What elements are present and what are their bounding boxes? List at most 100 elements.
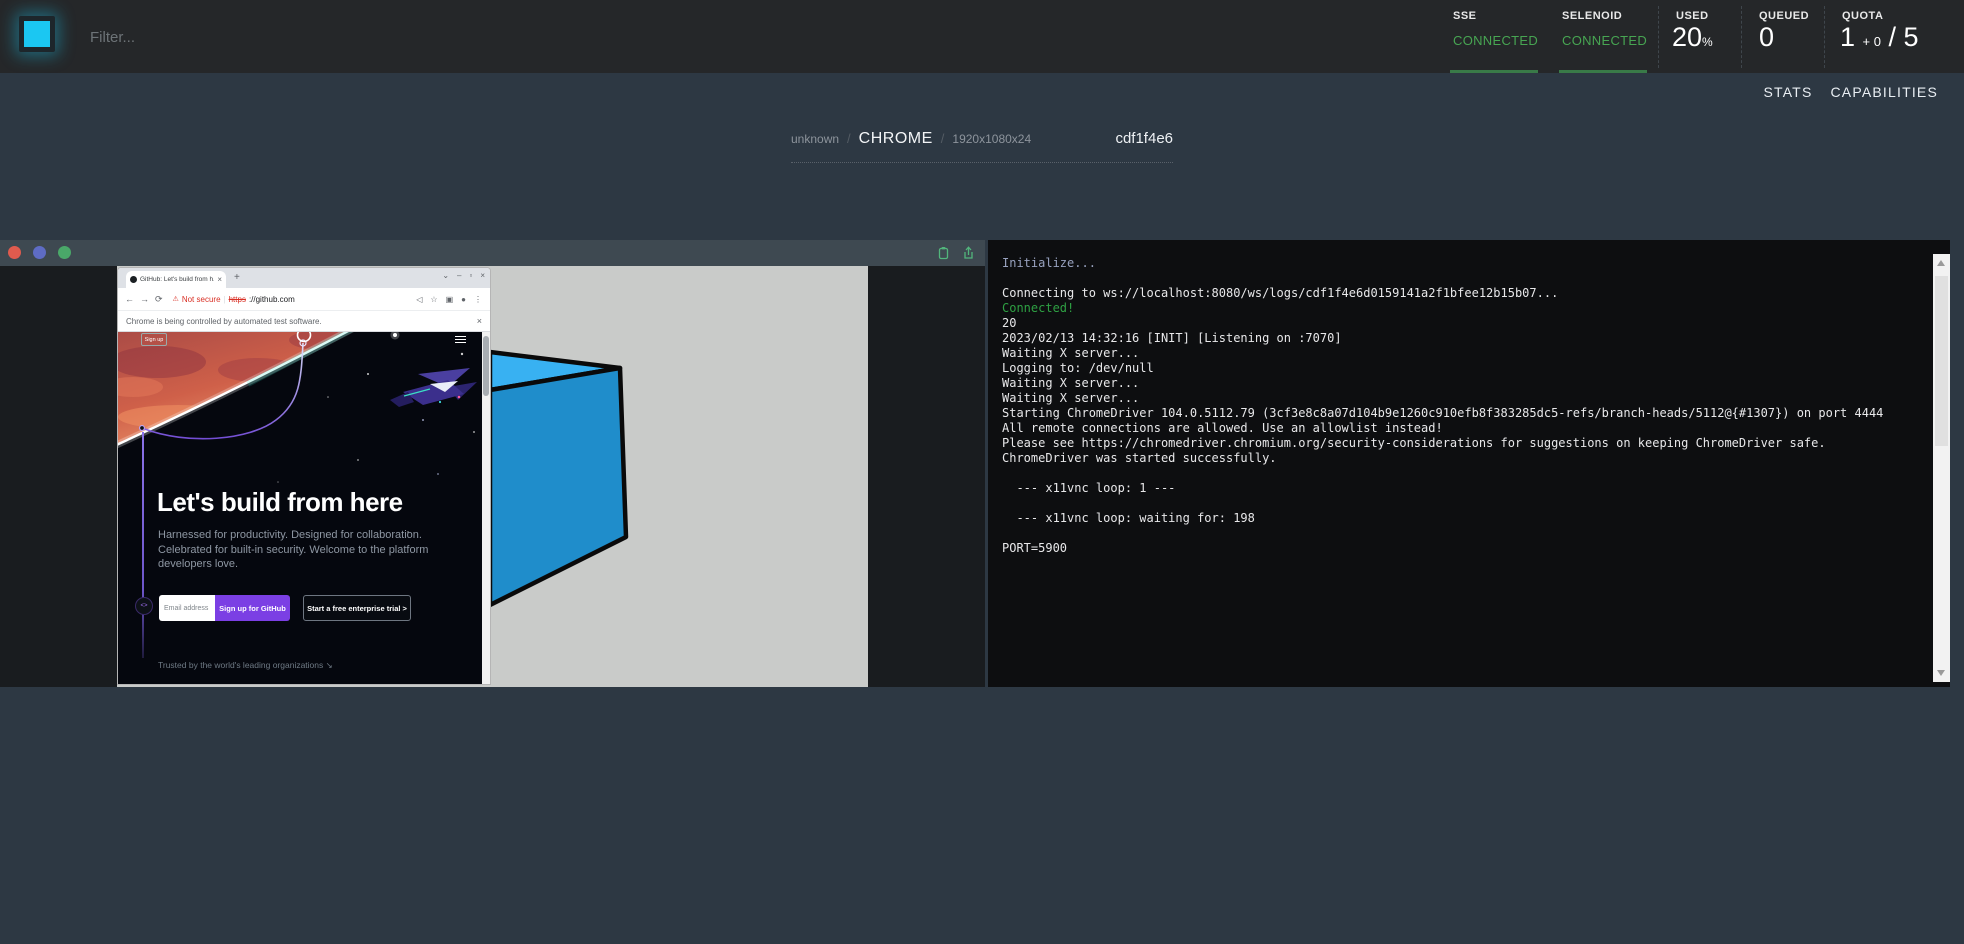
quota-total: / 5 [1889, 22, 1919, 52]
view-tabs: STATS CAPABILITIES [1763, 84, 1938, 100]
minimize-traffic-light-icon[interactable] [33, 246, 46, 259]
hero-paragraph-line: developers love. [158, 557, 428, 572]
used-value: 20% [1672, 22, 1713, 53]
selenoid-status: CONNECTED [1562, 33, 1647, 48]
signup-github-button[interactable]: Sign up for GitHub [215, 595, 290, 621]
session-resolution: 1920x1080x24 [952, 132, 1031, 146]
scroll-up-icon[interactable] [1937, 260, 1945, 266]
log-line: Connecting to ws://localhost:8080/ws/log… [1002, 286, 1920, 301]
log-line: --- x11vnc loop: 1 --- [1002, 481, 1920, 496]
session-browser: CHROME [859, 130, 933, 148]
page-scrollbar-thumb[interactable] [483, 336, 489, 396]
close-icon[interactable]: × [480, 271, 485, 280]
enterprise-trial-button[interactable]: Start a free enterprise trial > [303, 595, 411, 621]
maximize-icon[interactable]: ▫ [469, 271, 472, 280]
new-tab-icon[interactable]: + [234, 272, 240, 283]
selenoid-logo-icon[interactable] [19, 16, 55, 52]
tab-search-icon[interactable]: ⌄ [442, 271, 449, 280]
quota-used: 1 [1840, 22, 1855, 52]
avatar-icon[interactable]: ● [461, 295, 466, 304]
bookmark-star-icon[interactable]: ☆ [430, 295, 437, 304]
close-traffic-light-icon[interactable] [8, 246, 21, 259]
addressbar-icons: ◁ ☆ ▣ ● ⋮ [416, 295, 482, 304]
session-log-panel: Initialize... Connecting to ws://localho… [988, 240, 1950, 687]
url-separator: | [224, 295, 226, 304]
infobar-text: Chrome is being controlled by automated … [126, 317, 477, 326]
email-field[interactable]: Email address [159, 595, 215, 621]
window-controls: ⌄ – ▫ × [442, 271, 485, 280]
url-scheme: https [229, 295, 246, 304]
nav-buttons: ← → ⟳ [125, 294, 163, 305]
cube-graphic [487, 346, 647, 621]
scroll-down-icon[interactable] [1937, 670, 1945, 676]
browser-tabstrip: GitHub: Let's build from h... × + ⌄ – ▫ … [118, 268, 490, 288]
vnc-titlebar-actions [937, 246, 975, 260]
minimize-icon[interactable]: – [457, 271, 461, 280]
divider [1741, 6, 1742, 68]
log-line: --- x11vnc loop: waiting for: 198 [1002, 511, 1920, 526]
session-row[interactable]: unknown / CHROME / 1920x1080x24 cdf1f4e6 [791, 130, 1173, 163]
trusted-by-text: Trusted by the world's leading organizat… [158, 660, 333, 671]
browser-addressbar: ← → ⟳ ⚠ Not secure | https ://github.com… [118, 288, 490, 310]
divider [1824, 6, 1825, 68]
log-line: ChromeDriver was started successfully. [1002, 451, 1920, 466]
share-upload-icon[interactable] [962, 246, 975, 260]
sse-label: SSE [1453, 10, 1477, 22]
hero-paragraph-line: Harnessed for productivity. Designed for… [158, 528, 428, 543]
browser-tab[interactable]: GitHub: Let's build from h... × [126, 271, 226, 288]
forward-icon[interactable]: → [140, 294, 149, 305]
log-line: Please see https://chromedriver.chromium… [1002, 436, 1920, 451]
queued-label: QUEUED [1759, 10, 1809, 22]
vnc-titlebar [0, 240, 985, 266]
tab-capabilities[interactable]: CAPABILITIES [1830, 84, 1938, 100]
vnc-screen[interactable]: GitHub: Let's build from h... × + ⌄ – ▫ … [117, 266, 868, 687]
github-page: Sign up Let's build from here Harnessed … [118, 332, 490, 684]
sse-underline [1450, 70, 1538, 73]
used-label: USED [1676, 10, 1709, 22]
maximize-traffic-light-icon[interactable] [58, 246, 71, 259]
log-line: Waiting X server... [1002, 391, 1920, 406]
tab-title: GitHub: Let's build from h... [140, 276, 214, 283]
log-line: 20 [1002, 316, 1920, 331]
selenoid-underline [1559, 70, 1647, 73]
page-scrollbar[interactable] [482, 332, 490, 684]
used-percent-sign: % [1702, 35, 1713, 49]
reload-icon[interactable]: ⟳ [155, 294, 163, 305]
hero-paragraph-line: Celebrated for built-in security. Welcom… [158, 543, 428, 558]
quota-pending: + 0 [1863, 34, 1881, 49]
github-signup-button[interactable]: Sign up [141, 333, 167, 346]
hamburger-menu-icon[interactable] [455, 334, 466, 345]
back-icon[interactable]: ← [125, 294, 134, 305]
not-secure-label: Not secure [182, 295, 221, 304]
quota-label: QUOTA [1842, 10, 1883, 22]
url-text: ://github.com [249, 295, 295, 304]
url-field[interactable]: ⚠ Not secure | https ://github.com [173, 295, 417, 304]
selenoid-ui: SSE CONNECTED SELENOID CONNECTED USED 20… [0, 0, 1964, 944]
log-line: 2023/02/13 14:32:16 [INIT] [Listening on… [1002, 331, 1920, 346]
log-scrollbar-thumb[interactable] [1935, 276, 1948, 446]
log-line: PORT=5900 [1002, 541, 1920, 556]
menu-dots-icon[interactable]: ⋮ [474, 295, 482, 304]
log-line: Initialize... [1002, 256, 1920, 271]
tab-stats[interactable]: STATS [1763, 84, 1812, 100]
filter-input[interactable] [88, 19, 372, 55]
separator: / [847, 131, 851, 146]
tab-close-icon[interactable]: × [217, 275, 222, 284]
log-line [1002, 271, 1920, 286]
clipboard-icon[interactable] [937, 246, 950, 260]
top-navbar: SSE CONNECTED SELENOID CONNECTED USED 20… [0, 0, 1964, 73]
extensions-icon[interactable]: ▣ [446, 295, 454, 304]
journey-line [142, 432, 144, 658]
infobar-close-icon[interactable]: × [477, 316, 482, 326]
log-scrollbar[interactable] [1933, 254, 1950, 682]
hero-heading: Let's build from here [157, 487, 403, 518]
email-placeholder: Email address [164, 605, 208, 612]
log-line: All remote connections are allowed. Use … [1002, 421, 1920, 436]
used-number: 20 [1672, 22, 1702, 52]
log-line: Waiting X server... [1002, 376, 1920, 391]
selenoid-label: SELENOID [1562, 10, 1622, 22]
sse-status: CONNECTED [1453, 33, 1538, 48]
separator: / [941, 131, 945, 146]
share-icon[interactable]: ◁ [416, 295, 422, 304]
automation-infobar: Chrome is being controlled by automated … [118, 310, 490, 332]
